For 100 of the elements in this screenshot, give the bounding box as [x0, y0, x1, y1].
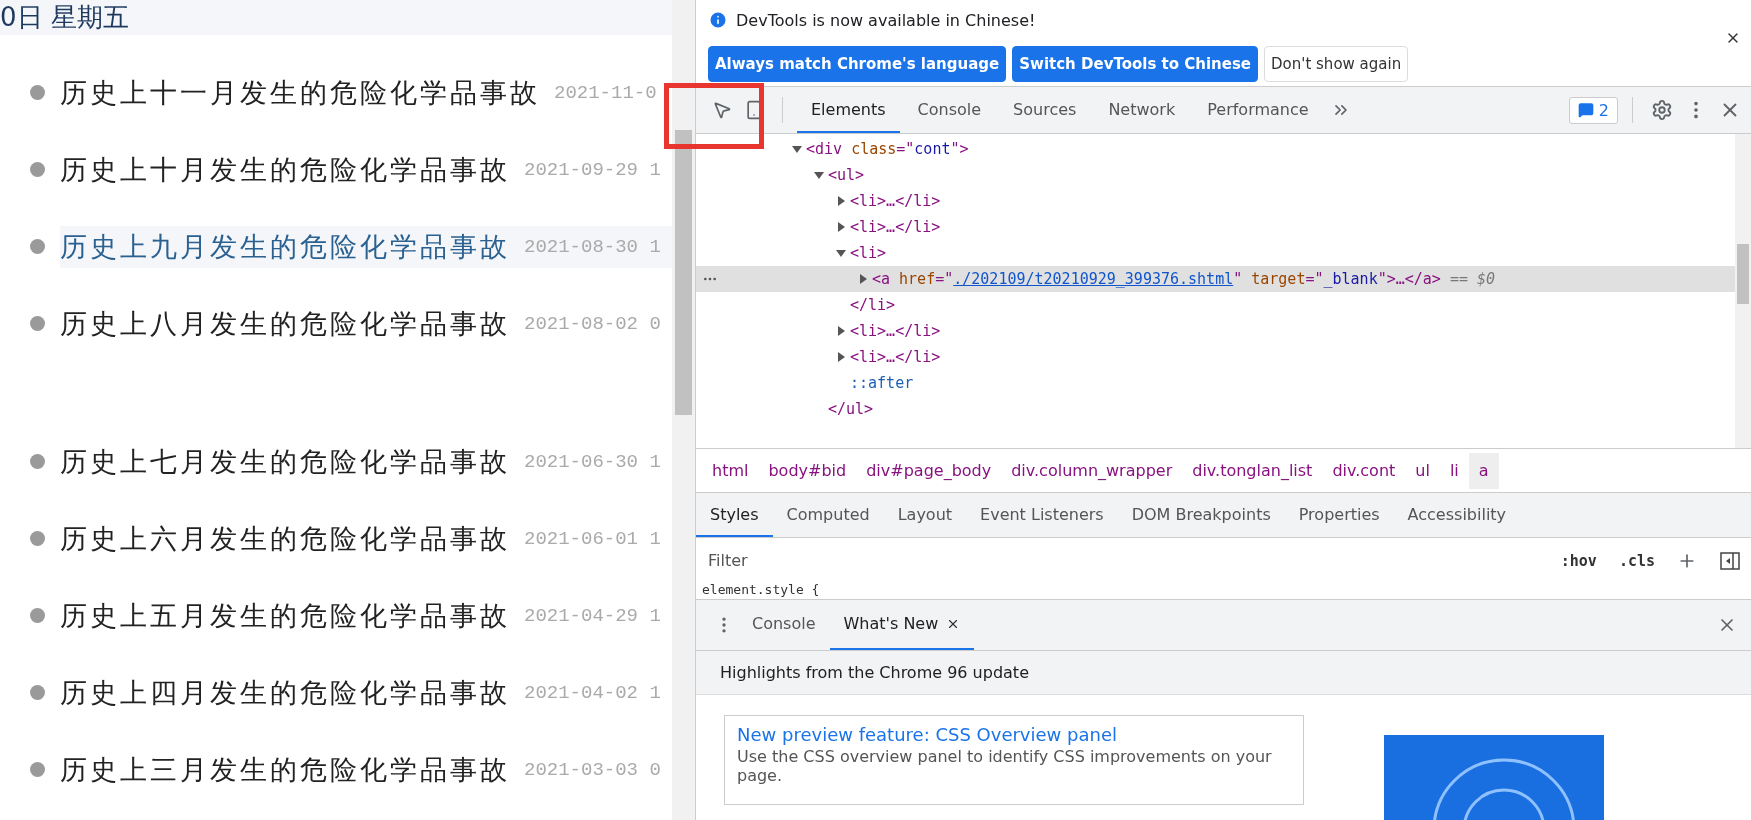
- breadcrumb[interactable]: li: [1439, 452, 1469, 489]
- article-row[interactable]: 历史上七月发生的危险化学品事故 2021-06-30 1: [60, 440, 672, 483]
- sidebar-tab[interactable]: Computed: [772, 493, 884, 538]
- expanded-triangle-icon[interactable]: [814, 170, 824, 181]
- drawer-tab[interactable]: What's New: [829, 599, 975, 650]
- breadcrumb[interactable]: div#page_body: [856, 452, 1002, 489]
- collapsed-triangle-icon[interactable]: [836, 196, 846, 207]
- article-row[interactable]: 历史上四月发生的危险化学品事故 2021-04-02 1: [60, 671, 672, 714]
- article-date: 2021-08-30 1: [524, 235, 661, 258]
- whats-new-heading: Highlights from the Chrome 96 update: [696, 650, 1751, 695]
- bullet-icon: [30, 162, 45, 177]
- article-row[interactable]: 历史上八月发生的危险化学品事故 2021-08-02 0: [60, 302, 672, 345]
- article-date: 2021-09-29 1: [524, 158, 661, 181]
- markup-token: <ul>: [828, 166, 865, 185]
- article-link[interactable]: 历史上八月发生的危险化学品事故: [60, 305, 510, 342]
- markup-token: cont: [914, 140, 951, 159]
- article-date: 2021-08-02 0: [524, 312, 661, 335]
- bullet-icon: [30, 531, 45, 546]
- markup-token: =": [896, 140, 915, 159]
- breadcrumb[interactable]: ul: [1405, 452, 1440, 489]
- panel-tab[interactable]: Performance: [1193, 87, 1323, 134]
- article-link[interactable]: 历史上五月发生的危险化学品事故: [60, 597, 510, 634]
- collapsed-triangle-icon[interactable]: [836, 352, 846, 363]
- markup-token: <li>: [850, 244, 887, 263]
- markup-token: </li>: [850, 296, 896, 315]
- breadcrumb[interactable]: div.cont: [1322, 452, 1406, 489]
- article-row[interactable]: 历史上九月发生的危险化学品事故 2021-08-30 1: [60, 225, 672, 268]
- dom-node-row[interactable]: <a href="./202109/t20210929_399376.shtml" target="_blank">…</a> == $0: [696, 266, 1735, 293]
- expanded-triangle-icon[interactable]: [792, 144, 802, 155]
- panel-tab[interactable]: Network: [1094, 87, 1190, 134]
- breadcrumb[interactable]: a: [1468, 452, 1499, 489]
- markup-token: target: [1251, 270, 1306, 289]
- scrollbar-thumb[interactable]: [675, 130, 692, 415]
- collapsed-triangle-icon[interactable]: [858, 274, 868, 285]
- markup-token: ">…</a>: [1377, 270, 1441, 289]
- sidebar-tab[interactable]: Event Listeners: [966, 493, 1118, 538]
- article-link[interactable]: 历史上十月发生的危险化学品事故: [60, 151, 510, 188]
- breadcrumb[interactable]: html: [702, 452, 759, 489]
- dom-node-row[interactable]: <ul>: [696, 162, 1735, 189]
- issues-button[interactable]: 2: [1568, 96, 1618, 124]
- notice-button[interactable]: Don't show again: [1264, 46, 1409, 82]
- panel-tab[interactable]: Sources: [999, 87, 1091, 134]
- collapsed-triangle-icon[interactable]: [836, 222, 846, 233]
- article-date: 2021-11-0: [554, 81, 657, 104]
- article-link[interactable]: 历史上九月发生的危险化学品事故: [60, 228, 510, 265]
- panel-tab[interactable]: Elements: [797, 87, 900, 134]
- dom-node-row[interactable]: <li>…</li>: [696, 318, 1735, 345]
- article-row[interactable]: 历史上十一月发生的危险化学品事故 2021-11-0: [60, 71, 672, 114]
- expanded-triangle-icon[interactable]: [836, 248, 846, 259]
- drawer-tab[interactable]: Console: [738, 599, 830, 650]
- dom-node-row[interactable]: <li>: [696, 240, 1735, 267]
- href-link[interactable]: ./202109/t20210929_399376.shtml: [953, 270, 1234, 289]
- dom-node-row[interactable]: <li>…</li>: [696, 188, 1735, 215]
- breadcrumb[interactable]: div.tonglan_list: [1182, 452, 1323, 489]
- markup-token: href: [899, 270, 936, 289]
- collapsed-triangle-icon[interactable]: [836, 326, 846, 337]
- article-date: 2021-06-30 1: [524, 450, 661, 473]
- article-row[interactable]: 历史上五月发生的危险化学品事故 2021-04-29 1: [60, 594, 672, 637]
- notice-button[interactable]: Switch DevTools to Chinese: [1012, 46, 1259, 82]
- markup-token: <li>…</li>: [850, 322, 941, 341]
- markup-token: <li>…</li>: [850, 218, 941, 237]
- panel-tab[interactable]: Console: [903, 87, 996, 134]
- markup-token: </ul>: [828, 400, 874, 419]
- sidebar-tab[interactable]: Properties: [1284, 493, 1394, 538]
- markup-token: ">: [950, 140, 969, 159]
- article-row[interactable]: 历史上三月发生的危险化学品事故 2021-03-03 0: [60, 748, 672, 791]
- markup-token: ::after: [850, 374, 914, 393]
- cls-button[interactable]: .cls: [1614, 551, 1659, 570]
- markup-token: _blank: [1323, 270, 1378, 289]
- notice-message: DevTools is now available in Chinese!: [736, 10, 1036, 30]
- feature-link[interactable]: New preview feature: CSS Overview panel: [737, 724, 1291, 745]
- breadcrumb[interactable]: body#bid: [758, 452, 857, 489]
- breadcrumb[interactable]: div.column_wrapper: [1001, 452, 1183, 489]
- article-link[interactable]: 历史上四月发生的危险化学品事故: [60, 674, 510, 711]
- article-date: 2021-04-02 1: [524, 681, 661, 704]
- bullet-icon: [30, 762, 45, 777]
- message-icon: [1577, 102, 1594, 119]
- hov-button[interactable]: :hov: [1556, 551, 1601, 570]
- sidebar-tab[interactable]: Styles: [696, 493, 773, 538]
- tree-scrollbar[interactable]: [1735, 134, 1751, 448]
- article-row[interactable]: 历史上六月发生的危险化学品事故 2021-06-01 1: [60, 517, 672, 560]
- selected-node-note: == $0: [1449, 270, 1496, 289]
- dom-node-row[interactable]: <li>…</li>: [696, 214, 1735, 241]
- dom-node-row[interactable]: ::after: [696, 370, 1735, 397]
- sidebar-tab[interactable]: Accessibility: [1393, 493, 1521, 538]
- sidebar-tab[interactable]: Layout: [883, 493, 967, 538]
- dom-node-row[interactable]: <li>…</li>: [696, 344, 1735, 371]
- bullet-icon: [30, 608, 45, 623]
- markup-token: <a: [872, 270, 891, 289]
- info-icon: [708, 10, 728, 30]
- page-scrollbar[interactable]: [672, 0, 695, 820]
- article-row[interactable]: 历史上十月发生的危险化学品事故 2021-09-29 1: [60, 148, 672, 191]
- sidebar-tab[interactable]: DOM Breakpoints: [1117, 493, 1285, 538]
- article-link[interactable]: 历史上三月发生的危险化学品事故: [60, 751, 510, 788]
- notice-button[interactable]: Always match Chrome's language: [708, 46, 1007, 82]
- article-link[interactable]: 历史上六月发生的危险化学品事故: [60, 520, 510, 557]
- article-link[interactable]: 历史上七月发生的危险化学品事故: [60, 443, 510, 480]
- markup-token: <li>…</li>: [850, 192, 941, 211]
- article-link[interactable]: 历史上十一月发生的危险化学品事故: [60, 74, 540, 111]
- dom-node-row[interactable]: <div class="cont">: [696, 136, 1735, 163]
